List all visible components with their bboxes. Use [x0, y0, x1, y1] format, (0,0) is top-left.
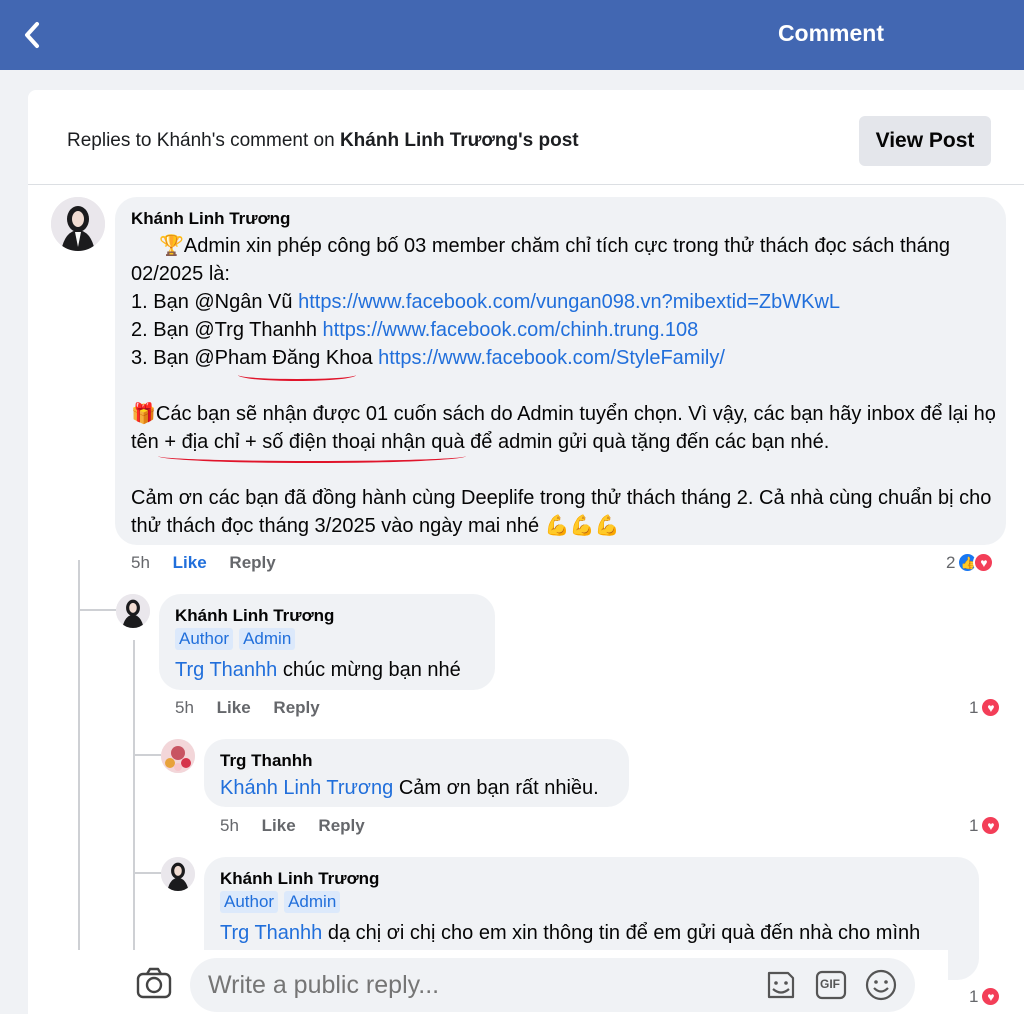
gif-label: GIF: [820, 977, 840, 991]
admin-badge: Admin: [284, 891, 341, 913]
card-header: Replies to Khánh's comment on Khánh Linh…: [28, 90, 1024, 185]
comment-link[interactable]: https://www.facebook.com/StyleFamily/: [378, 347, 725, 369]
comment-author[interactable]: Khánh Linh Trương: [131, 209, 290, 229]
thread-line: [80, 609, 116, 611]
avatar[interactable]: [51, 197, 105, 251]
role-badges: Author Admin: [175, 628, 301, 650]
comment-line: 3. Bạn @Pham Đăng Khoa https://www.faceb…: [131, 344, 991, 372]
heart-icon: ♥: [980, 986, 1002, 1007]
reaction-summary[interactable]: 1 ♥: [969, 815, 1002, 836]
like-button[interactable]: Like: [217, 698, 251, 717]
comment-author[interactable]: Khánh Linh Trương: [220, 869, 379, 889]
item-prefix: 1. Bạn @Ngân Vũ: [131, 291, 299, 313]
item-prefix: 2. Bạn @Trg Thanhh: [131, 319, 323, 341]
chevron-left-icon[interactable]: [20, 20, 48, 50]
heart-icon: ♥: [980, 815, 1002, 836]
thread-line: [135, 872, 161, 874]
comment-line: Trg Thanhh chúc mừng bạn nhé: [175, 656, 461, 684]
thread-line: [133, 640, 135, 950]
author-badge: Author: [220, 891, 279, 913]
replies-prefix: Replies to Khánh's comment on: [67, 130, 340, 151]
comment-line: Khánh Linh Trương Cảm ơn bạn rất nhiều.: [220, 774, 599, 802]
emoji-icon[interactable]: [864, 968, 898, 1002]
comment-actions: 5h Like Reply: [175, 698, 338, 718]
reaction-count: 1: [969, 697, 979, 717]
timestamp: 5h: [175, 698, 194, 717]
avatar[interactable]: [161, 739, 195, 773]
role-badges: Author Admin: [220, 891, 346, 913]
replies-heading: Replies to Khánh's comment on Khánh Linh…: [67, 130, 579, 152]
item-prefix: 3. Bạn @Pham Đăng Khoa: [131, 347, 379, 369]
mention-link[interactable]: Trg Thanhh: [175, 659, 277, 681]
comment-paragraph: 🎁Các bạn sẽ nhận được 01 cuốn sách do Ad…: [131, 403, 996, 453]
page-title: Comment: [777, 20, 884, 46]
comment-body: Cảm ơn bạn rất nhiều.: [393, 777, 599, 799]
reply-bubble: Khánh Linh Trương Author Admin Trg Thanhh…: [159, 594, 495, 690]
comment-paragraph: Cảm ơn các bạn đã đồng hành cùng Deeplif…: [131, 487, 992, 537]
sticker-icon[interactable]: [764, 968, 798, 1002]
red-underline-mark: [158, 449, 466, 463]
comment-author[interactable]: Khánh Linh Trương: [175, 606, 334, 626]
heart-icon: ♥: [980, 697, 1002, 718]
camera-icon[interactable]: [136, 966, 172, 1000]
red-underline-mark: [238, 369, 356, 381]
reply-button[interactable]: Reply: [273, 698, 319, 717]
top-bar: Comment: [0, 0, 1024, 70]
comment-line: Trg Thanhh dạ chị ơi chị cho em xin thôn…: [220, 919, 920, 947]
reaction-summary[interactable]: 1 ♥: [969, 986, 1002, 1007]
timestamp: 5h: [131, 553, 150, 572]
comment-body: chúc mừng bạn nhé: [277, 659, 461, 681]
reaction-count: 2: [946, 552, 956, 572]
view-post-button[interactable]: View Post: [859, 116, 991, 166]
timestamp: 5h: [220, 816, 239, 835]
comment-actions: 5h Like Reply: [131, 553, 294, 573]
avatar[interactable]: [161, 857, 195, 891]
avatar[interactable]: [116, 594, 150, 628]
mention-link[interactable]: Trg Thanhh: [220, 922, 322, 944]
comment-link[interactable]: https://www.facebook.com/vungan098.vn?mi…: [298, 291, 840, 313]
reaction-count: 1: [969, 815, 979, 835]
like-button[interactable]: Like: [173, 553, 207, 572]
reply-button[interactable]: Reply: [229, 553, 275, 572]
comment-line: 1. Bạn @Ngân Vũ https://www.facebook.com…: [131, 288, 991, 316]
reply-input[interactable]: [190, 958, 915, 1012]
reply-button[interactable]: Reply: [318, 816, 364, 835]
mention-link[interactable]: Khánh Linh Trương: [220, 777, 393, 799]
comment-author[interactable]: Trg Thanhh: [220, 751, 313, 771]
replies-suffix: 's post: [518, 130, 579, 151]
comment-line: 🏆Admin xin phép công bố 03 member chăm c…: [131, 235, 950, 285]
comment-line: 2. Bạn @Trg Thanhh https://www.facebook.…: [131, 316, 991, 344]
heart-icon: ♥: [973, 552, 995, 573]
gif-icon[interactable]: GIF: [814, 968, 848, 1002]
thread-line: [135, 754, 161, 756]
thread-line: [78, 560, 80, 950]
reaction-summary[interactable]: 2 👍 ♥: [946, 552, 995, 573]
reply-bubble: Trg Thanhh Khánh Linh Trương Cảm ơn bạn …: [204, 739, 629, 807]
like-button[interactable]: Like: [262, 816, 296, 835]
author-badge: Author: [175, 628, 234, 650]
comment-link[interactable]: https://www.facebook.com/chinh.trung.108: [323, 319, 699, 341]
post-owner-name[interactable]: Khánh Linh Trương: [340, 130, 518, 151]
comment-body: dạ chị ơi chị cho em xin thông tin để em…: [322, 922, 921, 944]
reaction-summary[interactable]: 1 ♥: [969, 697, 1002, 718]
reaction-count: 1: [969, 986, 979, 1006]
admin-badge: Admin: [239, 628, 296, 650]
comment-actions: 5h Like Reply: [220, 816, 383, 836]
